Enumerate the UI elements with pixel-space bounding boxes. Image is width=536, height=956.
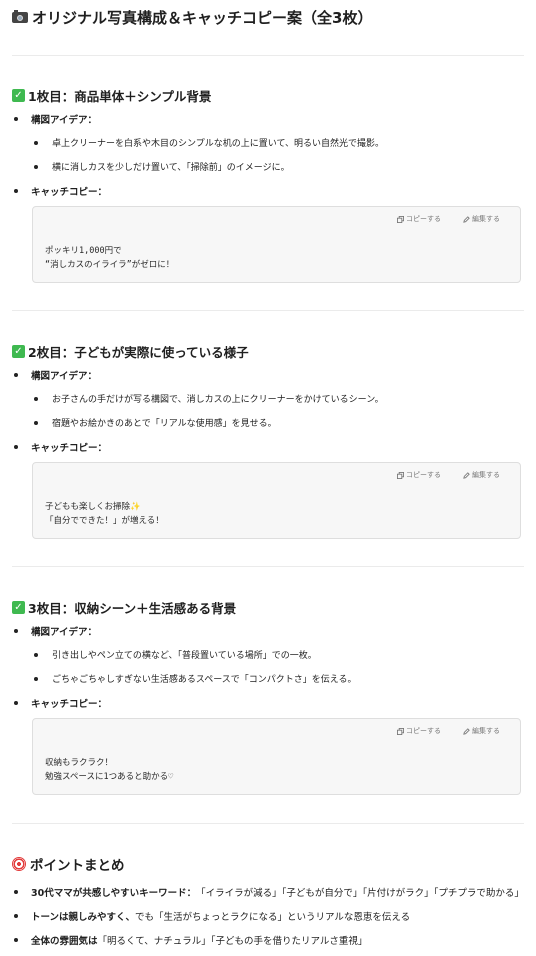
summary-item: 30代ママが共感しやすいキーワード： 「イライラが減る」「子どもが自分で」「片付け…	[14, 885, 524, 899]
bullet-idea: 構図アイデア：	[14, 368, 97, 382]
edit-icon	[463, 215, 470, 223]
summary-heading: ポイントまとめ	[12, 854, 125, 874]
target-icon	[12, 857, 26, 871]
divider	[12, 823, 524, 824]
section-heading: ✓ 3枚目：収納シーン＋生活感ある背景	[12, 598, 236, 617]
section-heading: ✓ 1枚目：商品単体＋シンプル背景	[12, 86, 211, 105]
bullet-copy: キャッチコピー：	[14, 184, 107, 198]
check-mark-icon: ✓	[12, 345, 25, 358]
copy-icon	[397, 215, 404, 223]
section-heading: ✓ 2枚目：子どもが実際に使っている様子	[12, 342, 249, 361]
code-block: コピーする 編集する 収納もラクラク！ 勉強スペースに1つあると助かる♡	[32, 718, 521, 795]
code-block: コピーする 編集する 子どもも楽しくお掃除✨ 「自分でできた！」が増える！	[32, 462, 521, 539]
copy-icon	[397, 727, 404, 735]
edit-button[interactable]: 編集する	[463, 214, 500, 224]
copy-icon	[397, 471, 404, 479]
divider	[12, 310, 524, 311]
check-mark-icon: ✓	[12, 89, 25, 102]
bullet-copy: キャッチコピー：	[14, 440, 107, 454]
catch-copy-text: 収納もラクラク！ 勉強スペースに1つあると助かる♡	[45, 758, 174, 782]
idea-item: 卓上クリーナーを白系や木目のシンプルな机の上に置いて、明るい自然光で撮影。	[34, 136, 384, 149]
camera-icon	[12, 10, 28, 23]
copy-button[interactable]: コピーする	[397, 214, 441, 224]
code-block: コピーする 編集する ポッキリ1,000円で “消しカスのイライラ”がゼロに！	[32, 206, 521, 283]
page-title-row: オリジナル写真構成＆キャッチコピー案（全3枚）	[12, 7, 372, 28]
check-mark-icon: ✓	[12, 601, 25, 614]
copy-button[interactable]: コピーする	[397, 726, 441, 736]
divider	[12, 566, 524, 567]
catch-copy-text: ポッキリ1,000円で “消しカスのイライラ”がゼロに！	[45, 246, 175, 270]
divider	[12, 55, 524, 56]
idea-item: お子さんの手だけが写る構図で、消しカスの上にクリーナーをかけているシーン。	[34, 392, 384, 405]
idea-item: 宿題やお絵かきのあとで「リアルな使用感」を見せる。	[34, 416, 277, 429]
summary-item: 全体の雰囲気は 「明るくて、ナチュラル」「子どもの手を借りたリアルさ重視」	[14, 933, 367, 947]
bullet-idea: 構図アイデア：	[14, 112, 97, 126]
idea-item: 引き出しやペン立ての横など、「普段置いている場所」での一枚。	[34, 648, 317, 661]
idea-item: ごちゃごちゃしすぎない生活感あるスペースで「コンパクトさ」を伝える。	[34, 672, 356, 685]
edit-icon	[463, 471, 470, 479]
edit-icon	[463, 727, 470, 735]
summary-item: トーンは親しみやすく、 でも「生活がちょっとラクになる」というリアルな恩恵を伝える	[14, 909, 410, 923]
catch-copy-text: 子どもも楽しくお掃除✨ 「自分でできた！」が増える！	[45, 502, 164, 526]
bullet-idea: 構図アイデア：	[14, 624, 97, 638]
edit-button[interactable]: 編集する	[463, 470, 500, 480]
idea-item: 横に消しカスを少しだけ置いて、「掃除前」のイメージに。	[34, 160, 290, 173]
bullet-copy: キャッチコピー：	[14, 696, 107, 710]
copy-button[interactable]: コピーする	[397, 470, 441, 480]
edit-button[interactable]: 編集する	[463, 726, 500, 736]
page-title: オリジナル写真構成＆キャッチコピー案（全3枚）	[32, 9, 373, 27]
